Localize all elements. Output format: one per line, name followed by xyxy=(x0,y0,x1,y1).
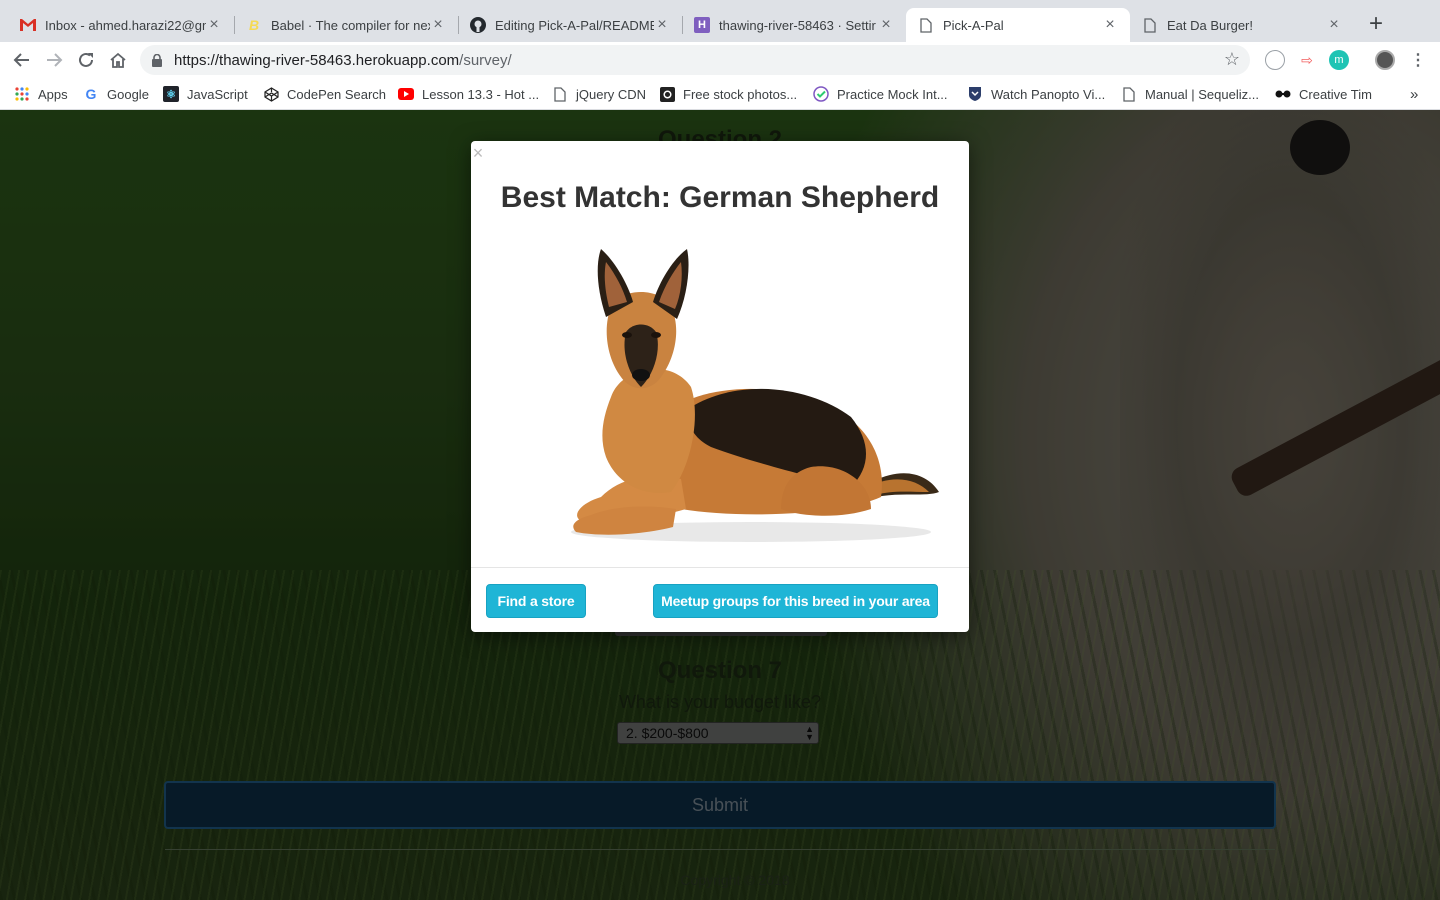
tab-title: Pick-A-Pal xyxy=(943,17,1004,33)
address-bar[interactable]: https://thawing-river-58463.herokuapp.co… xyxy=(140,45,1250,75)
bookmark-codepen[interactable]: CodePen Search xyxy=(263,84,386,104)
camera-icon xyxy=(659,86,675,102)
match-modal: × Best Match: German Shepherd Find a sto… xyxy=(471,141,969,632)
extension-avatar[interactable]: m xyxy=(1329,50,1349,70)
dog-image xyxy=(571,249,939,542)
close-icon[interactable]: × xyxy=(1326,16,1342,34)
tab-title: Inbox - ahmed.harazi22@gm xyxy=(45,17,206,33)
arrow-right-icon xyxy=(47,53,63,67)
apps-grid-icon xyxy=(14,86,30,102)
bookmark-sequelize[interactable]: Manual | Sequeliz... xyxy=(1121,84,1259,104)
home-icon xyxy=(110,52,126,68)
tab-pick-a-pal[interactable]: Pick-A-Pal × xyxy=(906,8,1130,42)
youtube-icon xyxy=(398,86,414,102)
tab-title: thawing-river-58463 · Settir xyxy=(719,17,876,33)
babel-icon: B xyxy=(248,17,260,33)
star-icon[interactable]: ☆ xyxy=(1224,49,1240,70)
close-icon[interactable]: × xyxy=(1102,16,1118,34)
meetup-groups-button[interactable]: Meetup groups for this breed in your are… xyxy=(653,584,938,618)
tab-heroku[interactable]: H thawing-river-58463 · Settir × xyxy=(682,8,906,42)
forward-button[interactable] xyxy=(42,48,66,72)
check-circle-icon xyxy=(813,86,829,102)
react-icon: ⚛ xyxy=(163,86,179,102)
bookmark-javascript[interactable]: ⚛ JavaScript xyxy=(163,84,248,104)
bookmark-practice-mock[interactable]: Practice Mock Int... xyxy=(813,84,948,104)
page-icon xyxy=(1142,17,1158,33)
tab-title: Editing Pick-A-Pal/README xyxy=(495,17,654,33)
tab-strip: Inbox - ahmed.harazi22@gm × B Babel · Th… xyxy=(0,0,1440,42)
close-icon[interactable]: × xyxy=(206,16,222,34)
tab-eat-da-burger[interactable]: Eat Da Burger! × xyxy=(1130,8,1354,42)
tab-inbox[interactable]: Inbox - ahmed.harazi22@gm × xyxy=(8,8,234,42)
page-icon xyxy=(552,86,568,102)
reload-icon xyxy=(79,52,93,67)
modal-title: Best Match: German Shepherd xyxy=(500,181,940,214)
cast-icon[interactable]: ⇨ xyxy=(1297,50,1317,70)
browser-toolbar: https://thawing-river-58463.herokuapp.co… xyxy=(0,42,1440,78)
bookmark-lesson[interactable]: Lesson 13.3 - Hot ... xyxy=(398,84,539,104)
creative-tim-icon xyxy=(1275,86,1291,102)
bookmark-google[interactable]: G Google xyxy=(83,84,149,104)
new-tab-button[interactable]: + xyxy=(1366,12,1386,36)
bookmark-apps[interactable]: Apps xyxy=(14,84,68,104)
bookmark-stock-photos[interactable]: Free stock photos... xyxy=(659,84,797,104)
close-icon[interactable]: × xyxy=(878,16,894,34)
bookmarks-overflow-button[interactable]: » xyxy=(1410,84,1418,104)
codepen-icon xyxy=(263,86,279,102)
more-menu-icon[interactable]: ⋮ xyxy=(1408,50,1428,70)
extension-icon[interactable] xyxy=(1265,50,1285,70)
arrow-left-icon xyxy=(13,53,29,67)
bookmarks-bar: Apps G Google ⚛ JavaScript CodePen Searc… xyxy=(0,78,1440,110)
page-icon xyxy=(1121,86,1137,102)
bookmark-panopto[interactable]: Watch Panopto Vi... xyxy=(967,84,1105,104)
google-icon: G xyxy=(85,86,97,102)
tab-babel[interactable]: B Babel · The compiler for nex × xyxy=(234,8,458,42)
reload-button[interactable] xyxy=(74,48,98,72)
url-text: https://thawing-river-58463.herokuapp.co… xyxy=(174,51,512,69)
lock-icon xyxy=(140,53,174,67)
profile-avatar[interactable] xyxy=(1375,50,1395,70)
page-icon xyxy=(918,17,934,33)
close-icon[interactable]: × xyxy=(430,16,446,34)
bookmark-creative-tim[interactable]: Creative Tim xyxy=(1275,84,1372,104)
back-button[interactable] xyxy=(10,48,34,72)
find-store-button[interactable]: Find a store xyxy=(486,584,586,618)
shield-icon xyxy=(967,86,983,102)
modal-footer: Find a store Meetup groups for this bree… xyxy=(471,567,969,632)
survey-page: Question 2 Question 7 What is your budge… xyxy=(0,110,1440,900)
close-icon[interactable]: × xyxy=(654,16,670,34)
home-button[interactable] xyxy=(106,48,130,72)
modal-close-button[interactable]: × xyxy=(471,144,485,162)
tab-title: Babel · The compiler for nex xyxy=(271,17,430,33)
heroku-icon: H xyxy=(694,17,710,33)
tab-title: Eat Da Burger! xyxy=(1167,17,1253,33)
gmail-icon xyxy=(20,17,36,33)
bookmark-jquery[interactable]: jQuery CDN xyxy=(552,84,646,104)
github-icon xyxy=(470,17,486,33)
tab-github[interactable]: Editing Pick-A-Pal/README × xyxy=(458,8,682,42)
